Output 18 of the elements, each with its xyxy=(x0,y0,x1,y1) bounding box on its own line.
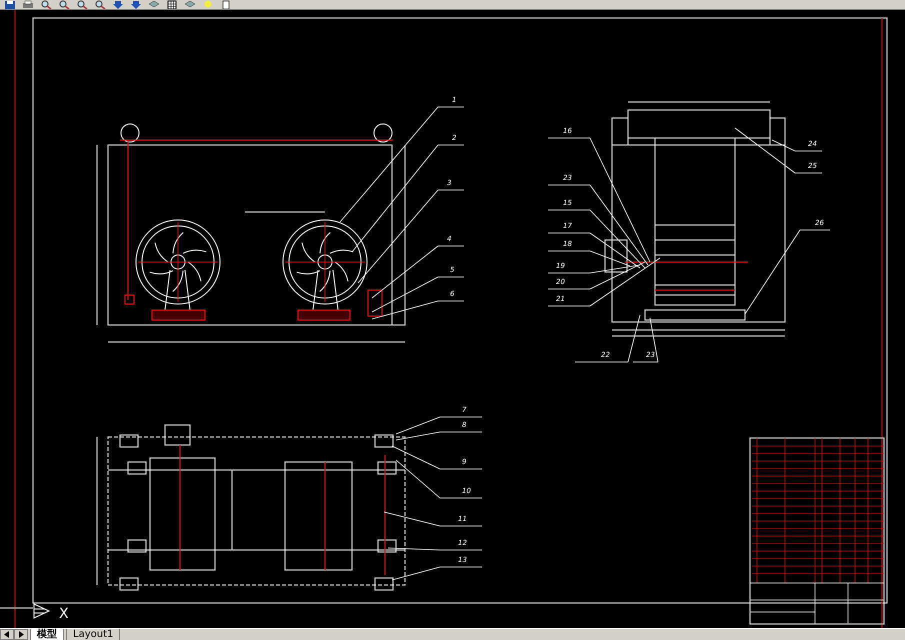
layers-icon[interactable] xyxy=(184,0,196,9)
left-triangle-icon xyxy=(4,631,10,638)
axis-label: X xyxy=(59,606,69,622)
printer-icon[interactable] xyxy=(22,0,34,9)
zoom-icon[interactable] xyxy=(58,0,70,9)
next-tab-button[interactable] xyxy=(14,629,28,640)
layout-tab[interactable]: 模型 xyxy=(30,629,64,640)
arrow-down-icon[interactable] xyxy=(130,0,142,9)
previous-tab-button[interactable] xyxy=(0,629,14,640)
save-icon[interactable] xyxy=(4,0,16,9)
arrow-down-icon[interactable] xyxy=(112,0,124,9)
zoom-icon[interactable] xyxy=(94,0,106,9)
grid-icon[interactable] xyxy=(166,0,178,9)
zoom-icon[interactable] xyxy=(76,0,88,9)
zoom-icon[interactable] xyxy=(40,0,52,9)
layout-tab[interactable]: Layout1 xyxy=(66,629,120,640)
right-triangle-icon xyxy=(18,631,24,638)
layers-icon[interactable] xyxy=(148,0,160,9)
